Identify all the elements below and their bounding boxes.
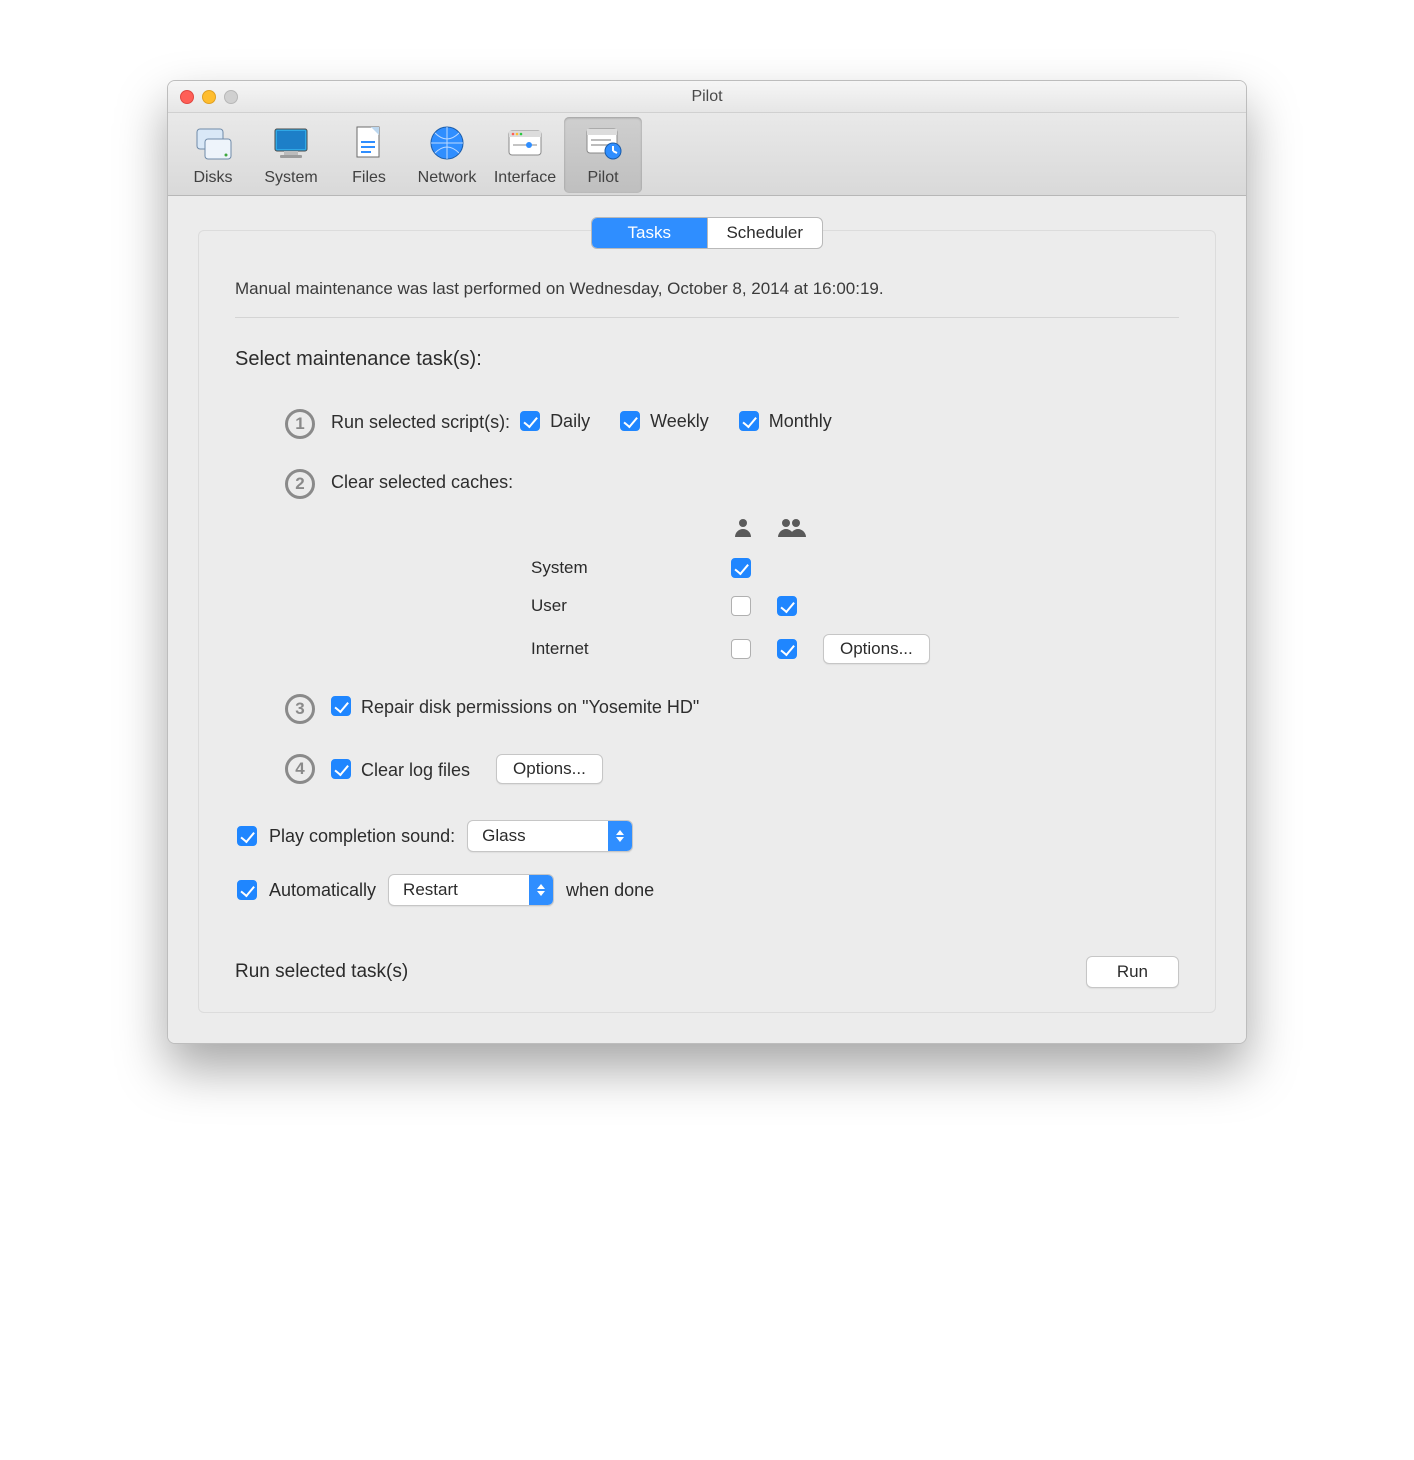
checkbox-internet-cache-all[interactable] bbox=[777, 639, 797, 659]
updown-arrows-icon bbox=[529, 875, 553, 905]
toolbar-label: System bbox=[254, 169, 328, 187]
task-1: 1 Run selected script(s): Daily Weekly M… bbox=[235, 409, 1179, 439]
checkbox-monthly[interactable] bbox=[739, 411, 759, 431]
checkbox-user-cache-user[interactable] bbox=[731, 596, 751, 616]
checkbox-daily[interactable] bbox=[520, 411, 540, 431]
run-button[interactable]: Run bbox=[1086, 956, 1179, 988]
toolbar-item-network[interactable]: Network bbox=[408, 117, 486, 193]
pilot-icon bbox=[581, 121, 625, 165]
section-heading: Select maintenance task(s): bbox=[235, 348, 1179, 371]
step-number-2: 2 bbox=[285, 469, 315, 499]
checkbox-weekly[interactable] bbox=[620, 411, 640, 431]
step-number-1: 1 bbox=[285, 409, 315, 439]
toolbar-item-pilot[interactable]: Pilot bbox=[564, 117, 642, 193]
internet-cache-options-button[interactable]: Options... bbox=[823, 634, 930, 664]
toolbar-label: Disks bbox=[176, 169, 250, 187]
toolbar-item-files[interactable]: Files bbox=[330, 117, 408, 193]
segmented-control: Tasks Scheduler bbox=[591, 217, 823, 249]
task-2: 2 Clear selected caches: bbox=[235, 469, 1179, 664]
task-2-label: Clear selected caches: bbox=[331, 472, 513, 493]
tasks-panel: Tasks Scheduler Manual maintenance was l… bbox=[198, 230, 1216, 1013]
tab-scheduler[interactable]: Scheduler bbox=[707, 218, 823, 248]
files-icon bbox=[347, 121, 391, 165]
system-icon bbox=[269, 121, 313, 165]
window-title: Pilot bbox=[168, 88, 1246, 106]
task-3-label: Repair disk permissions on "Yosemite HD" bbox=[361, 697, 699, 718]
network-icon bbox=[425, 121, 469, 165]
all-users-scope-icon bbox=[777, 515, 823, 544]
content-area: Tasks Scheduler Manual maintenance was l… bbox=[168, 196, 1246, 1043]
checkbox-auto-action[interactable] bbox=[237, 880, 257, 900]
toolbar-label: Interface bbox=[488, 169, 562, 187]
auto-action-row: Automatically Restart when done bbox=[235, 874, 1179, 906]
checkbox-user-cache-all[interactable] bbox=[777, 596, 797, 616]
step-number-4: 4 bbox=[285, 754, 315, 784]
toolbar: Disks System Files bbox=[168, 113, 1246, 196]
checkbox-repair-permissions[interactable] bbox=[331, 696, 351, 716]
task-3: 3 Repair disk permissions on "Yosemite H… bbox=[235, 694, 1179, 724]
sound-popup[interactable]: Glass bbox=[467, 820, 633, 852]
label-monthly: Monthly bbox=[769, 411, 832, 432]
divider bbox=[235, 317, 1179, 318]
label-weekly: Weekly bbox=[650, 411, 709, 432]
checkbox-internet-cache-user[interactable] bbox=[731, 639, 751, 659]
cache-row-user: User bbox=[531, 596, 731, 616]
auto-action-popup[interactable]: Restart bbox=[388, 874, 554, 906]
play-sound-label: Play completion sound: bbox=[269, 826, 455, 847]
updown-arrows-icon bbox=[608, 821, 632, 851]
step-number-3: 3 bbox=[285, 694, 315, 724]
titlebar: Pilot bbox=[168, 81, 1246, 113]
toolbar-item-disks[interactable]: Disks bbox=[174, 117, 252, 193]
last-run-status: Manual maintenance was last performed on… bbox=[235, 279, 1179, 317]
checkbox-system-cache-user[interactable] bbox=[731, 558, 751, 578]
app-window: Pilot Disks System bbox=[167, 80, 1247, 1044]
run-row: Run selected task(s) Run bbox=[235, 956, 1179, 988]
checkbox-play-sound[interactable] bbox=[237, 826, 257, 846]
auto-action-value: Restart bbox=[389, 875, 529, 905]
user-scope-icon bbox=[731, 515, 777, 544]
toolbar-item-system[interactable]: System bbox=[252, 117, 330, 193]
toolbar-label: Pilot bbox=[566, 169, 640, 187]
task-4: 4 Clear log files Options... bbox=[235, 754, 1179, 784]
run-label: Run selected task(s) bbox=[235, 961, 408, 983]
cache-row-internet: Internet bbox=[531, 639, 731, 659]
toolbar-item-interface[interactable]: Interface bbox=[486, 117, 564, 193]
label-daily: Daily bbox=[550, 411, 590, 432]
toolbar-label: Network bbox=[410, 169, 484, 187]
auto-action-suffix: when done bbox=[566, 880, 654, 901]
clear-logs-options-button[interactable]: Options... bbox=[496, 754, 603, 784]
checkbox-clear-logs[interactable] bbox=[331, 759, 351, 779]
task-4-label: Clear log files bbox=[361, 760, 470, 781]
toolbar-label: Files bbox=[332, 169, 406, 187]
task-1-label: Run selected script(s): bbox=[331, 412, 510, 433]
tab-tasks[interactable]: Tasks bbox=[592, 218, 707, 248]
play-sound-row: Play completion sound: Glass bbox=[235, 820, 1179, 852]
interface-icon bbox=[503, 121, 547, 165]
cache-row-system: System bbox=[531, 558, 731, 578]
auto-action-label: Automatically bbox=[269, 880, 376, 901]
disks-icon bbox=[191, 121, 235, 165]
sound-value: Glass bbox=[468, 821, 608, 851]
